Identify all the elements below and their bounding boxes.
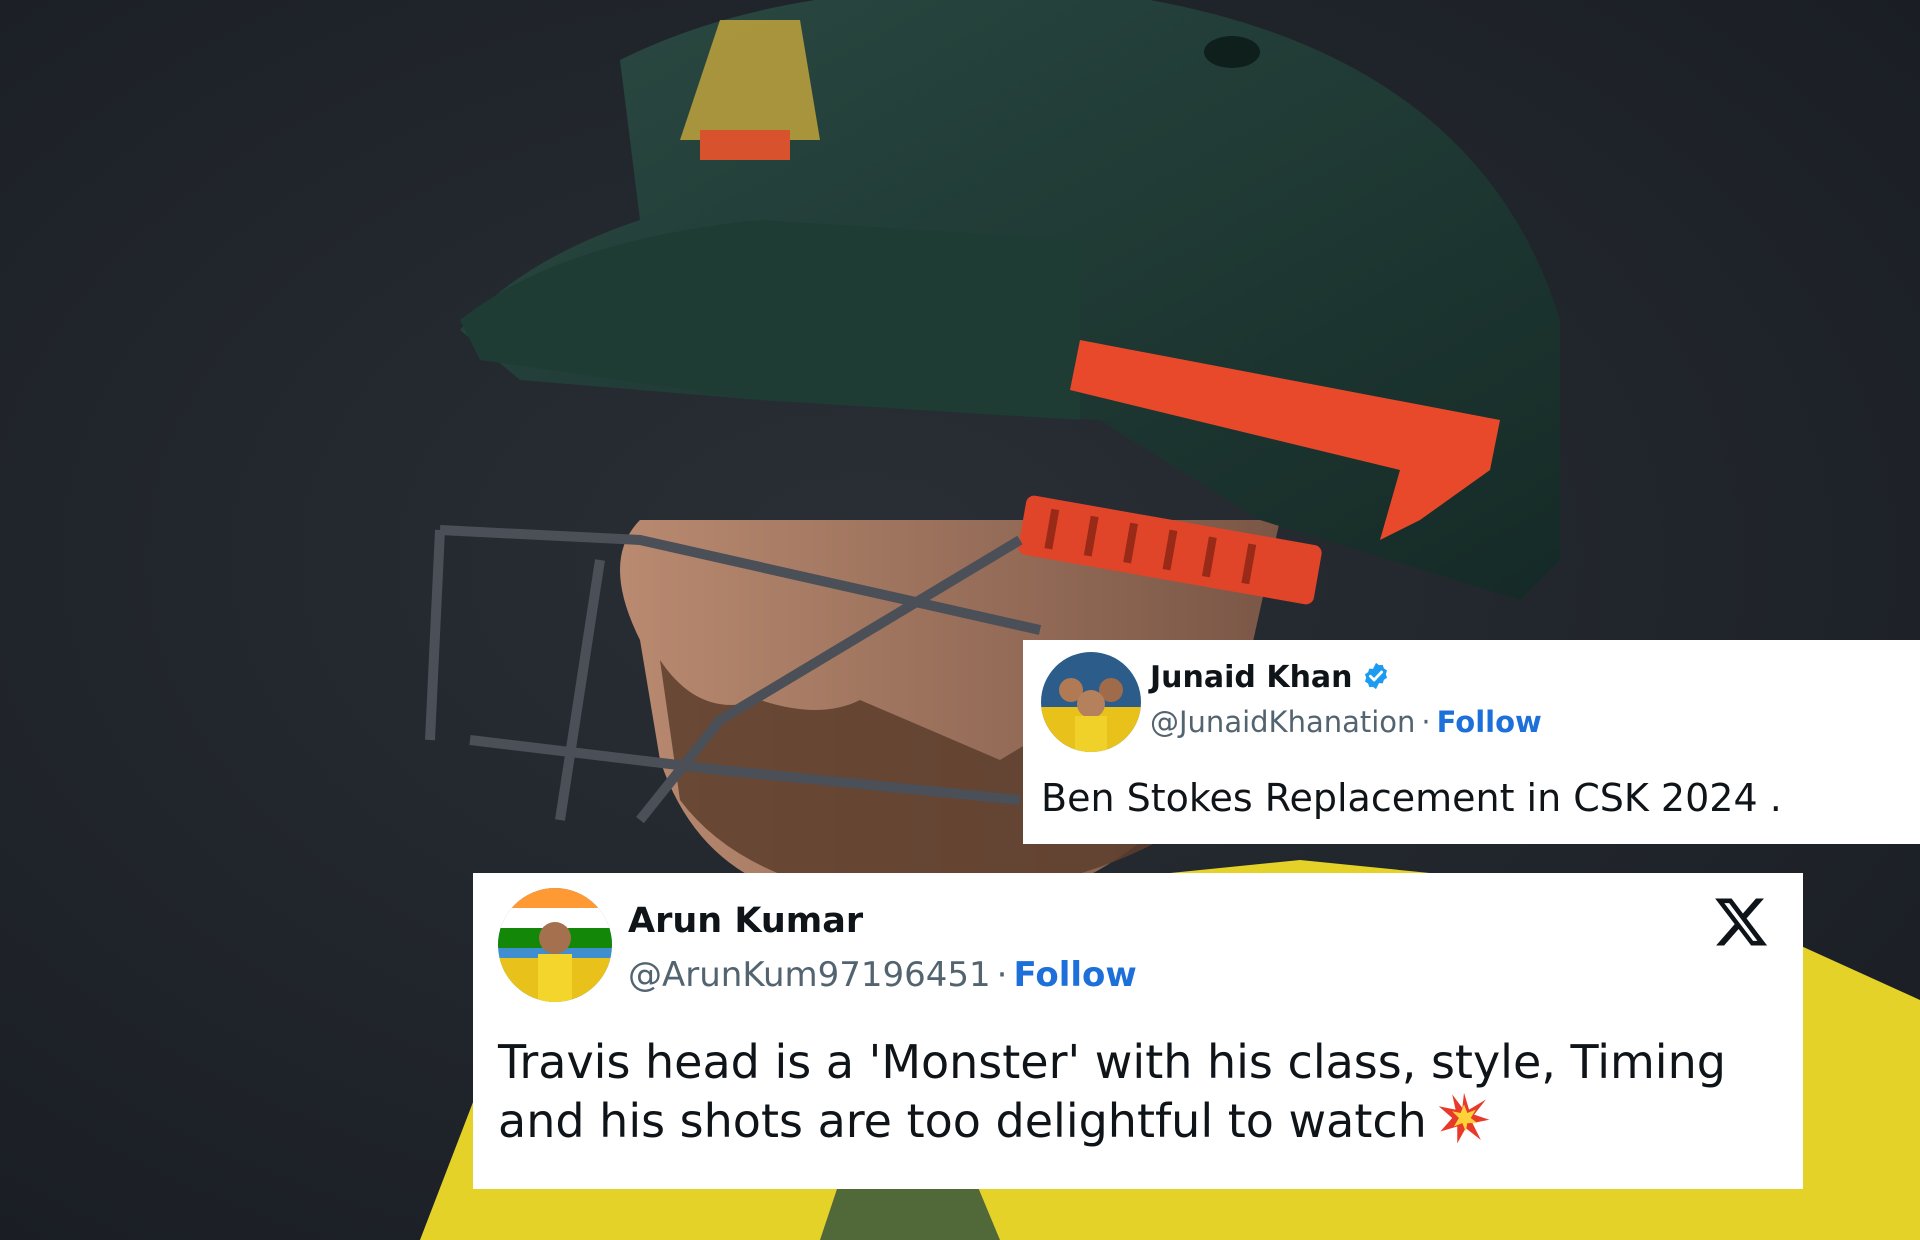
x-logo-icon[interactable] (1712, 893, 1770, 951)
tweet-text: Ben Stokes Replacement in CSK 2024 . (1041, 776, 1782, 820)
follow-button[interactable]: Follow (1437, 705, 1542, 739)
separator: · (996, 955, 1008, 995)
display-name[interactable]: Junaid Khan (1150, 660, 1353, 695)
handle[interactable]: @JunaidKhanation (1150, 705, 1415, 739)
tweet-card: Arun Kumar @ArunKum97196451 · Follow Tra… (473, 873, 1803, 1189)
verified-badge-icon (1361, 661, 1391, 695)
tweet-text: Travis head is a 'Monster' with his clas… (498, 1035, 1726, 1149)
separator: · (1421, 705, 1431, 739)
collision-icon (1437, 1091, 1491, 1158)
follow-button[interactable]: Follow (1013, 955, 1136, 995)
avatar[interactable] (1041, 652, 1141, 752)
handle[interactable]: @ArunKum97196451 (628, 955, 991, 995)
display-name[interactable]: Arun Kumar (628, 901, 863, 941)
tweet-card: Junaid Khan @JunaidKhanation · Follow Be… (1023, 640, 1920, 844)
avatar[interactable] (498, 888, 612, 1002)
